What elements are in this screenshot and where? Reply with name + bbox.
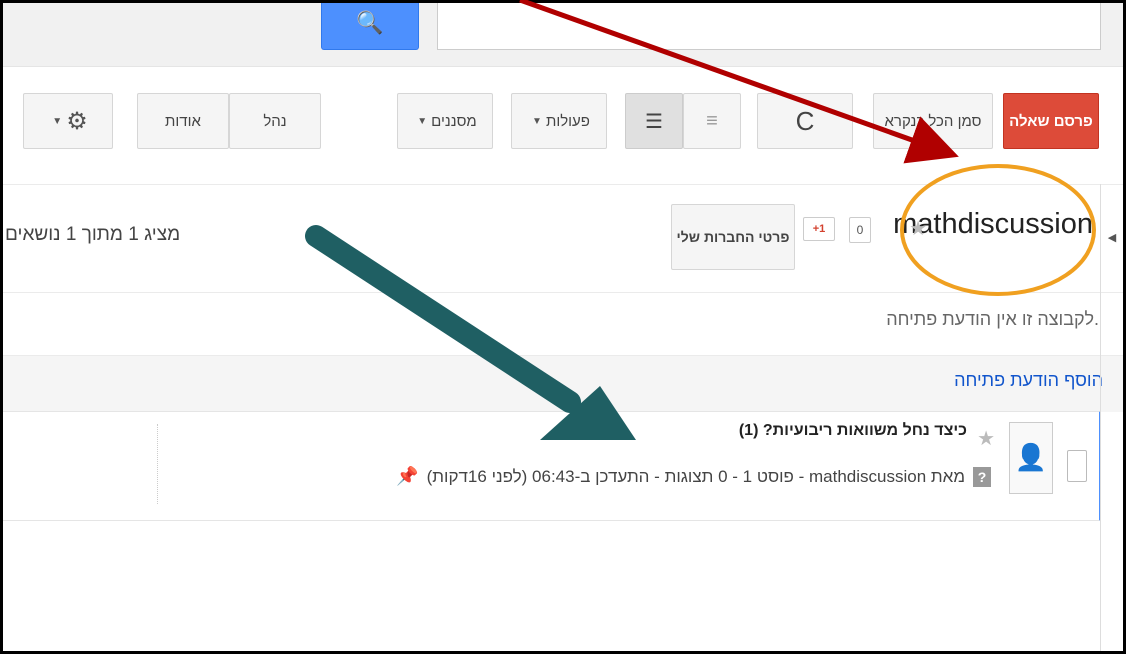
avatar: 👤 bbox=[1009, 422, 1053, 494]
star-icon[interactable]: ★ bbox=[909, 216, 927, 241]
chevron-down-icon: ▼ bbox=[532, 115, 542, 127]
settings-button[interactable]: ▼ ⚙ bbox=[23, 93, 113, 149]
refresh-icon: C bbox=[795, 105, 815, 136]
refresh-button[interactable]: C bbox=[757, 93, 853, 149]
group-header: ◀ mathdiscussion ★ 0 +1 פרטי החברות שלי … bbox=[3, 184, 1123, 293]
membership-label: פרטי החברות שלי bbox=[676, 229, 790, 245]
actions-label: פעולות bbox=[545, 112, 590, 130]
compact-view-icon: ≡ bbox=[706, 109, 718, 132]
plus-count: 0 bbox=[849, 217, 871, 243]
table-row[interactable]: 👤 ★ כיצד נחל משוואות ריבועיות? (1) ? מאת … bbox=[3, 411, 1101, 521]
no-welcome-message: לקבוצה זו אין הודעת פתיחה. bbox=[886, 309, 1099, 329]
chevron-down-icon: ▼ bbox=[417, 115, 428, 127]
pin-icon: 📌 bbox=[396, 466, 419, 486]
list-view-button[interactable]: ☰ bbox=[625, 93, 683, 149]
membership-button[interactable]: פרטי החברות שלי bbox=[671, 204, 795, 270]
about-button[interactable]: אודות bbox=[137, 93, 229, 149]
mark-all-read-label: סמן הכל כנקרא bbox=[884, 112, 982, 130]
app-frame: 🔍 פרסם שאלה סמן הכל כנקרא C ☰ ≡ ▼ פעולות… bbox=[0, 0, 1126, 654]
person-icon: 👤 bbox=[1014, 442, 1048, 472]
topics-count: מציג 1 מתוך 1 נושאים bbox=[5, 224, 181, 245]
manage-label: נהל bbox=[263, 112, 287, 130]
gear-icon: ⚙ bbox=[66, 107, 88, 135]
row-checkbox[interactable] bbox=[1067, 450, 1087, 482]
star-icon[interactable]: ★ bbox=[977, 426, 995, 451]
gplus-button[interactable]: +1 bbox=[803, 217, 835, 241]
about-label: אודות bbox=[165, 112, 201, 130]
mark-all-read-button[interactable]: סמן הכל כנקרא bbox=[873, 93, 993, 149]
search-button[interactable]: 🔍 bbox=[321, 3, 419, 50]
search-input[interactable] bbox=[437, 3, 1101, 50]
search-icon: 🔍 bbox=[356, 10, 384, 35]
list-view-icon: ☰ bbox=[645, 110, 663, 133]
question-icon: ? bbox=[973, 467, 991, 487]
top-bar: 🔍 bbox=[3, 3, 1123, 67]
post-question-button[interactable]: פרסם שאלה bbox=[1003, 93, 1099, 149]
divider bbox=[157, 424, 158, 504]
welcome-strip: הוסף הודעת פתיחה bbox=[3, 355, 1123, 412]
filters-label: מסננים bbox=[431, 112, 477, 130]
chevron-down-icon: ▼ bbox=[52, 115, 63, 127]
manage-button[interactable]: נהל bbox=[229, 93, 321, 149]
post-question-label: פרסם שאלה bbox=[1009, 112, 1093, 130]
compact-view-button[interactable]: ≡ bbox=[683, 93, 741, 149]
filters-button[interactable]: ▼ מסננים bbox=[397, 93, 493, 149]
actions-button[interactable]: ▼ פעולות bbox=[511, 93, 607, 149]
add-welcome-link[interactable]: הוסף הודעת פתיחה bbox=[954, 370, 1103, 391]
right-scrollbar[interactable] bbox=[1100, 184, 1123, 651]
topic-meta: ? מאת mathdiscussion - פוסט 1 - 0 תצוגות … bbox=[396, 466, 991, 487]
topic-title[interactable]: כיצד נחל משוואות ריבועיות? (1) bbox=[739, 422, 967, 440]
topic-meta-text: מאת mathdiscussion - פוסט 1 - 0 תצוגות -… bbox=[426, 467, 965, 486]
toolbar: פרסם שאלה סמן הכל כנקרא C ☰ ≡ ▼ פעולות ▼… bbox=[3, 66, 1123, 185]
